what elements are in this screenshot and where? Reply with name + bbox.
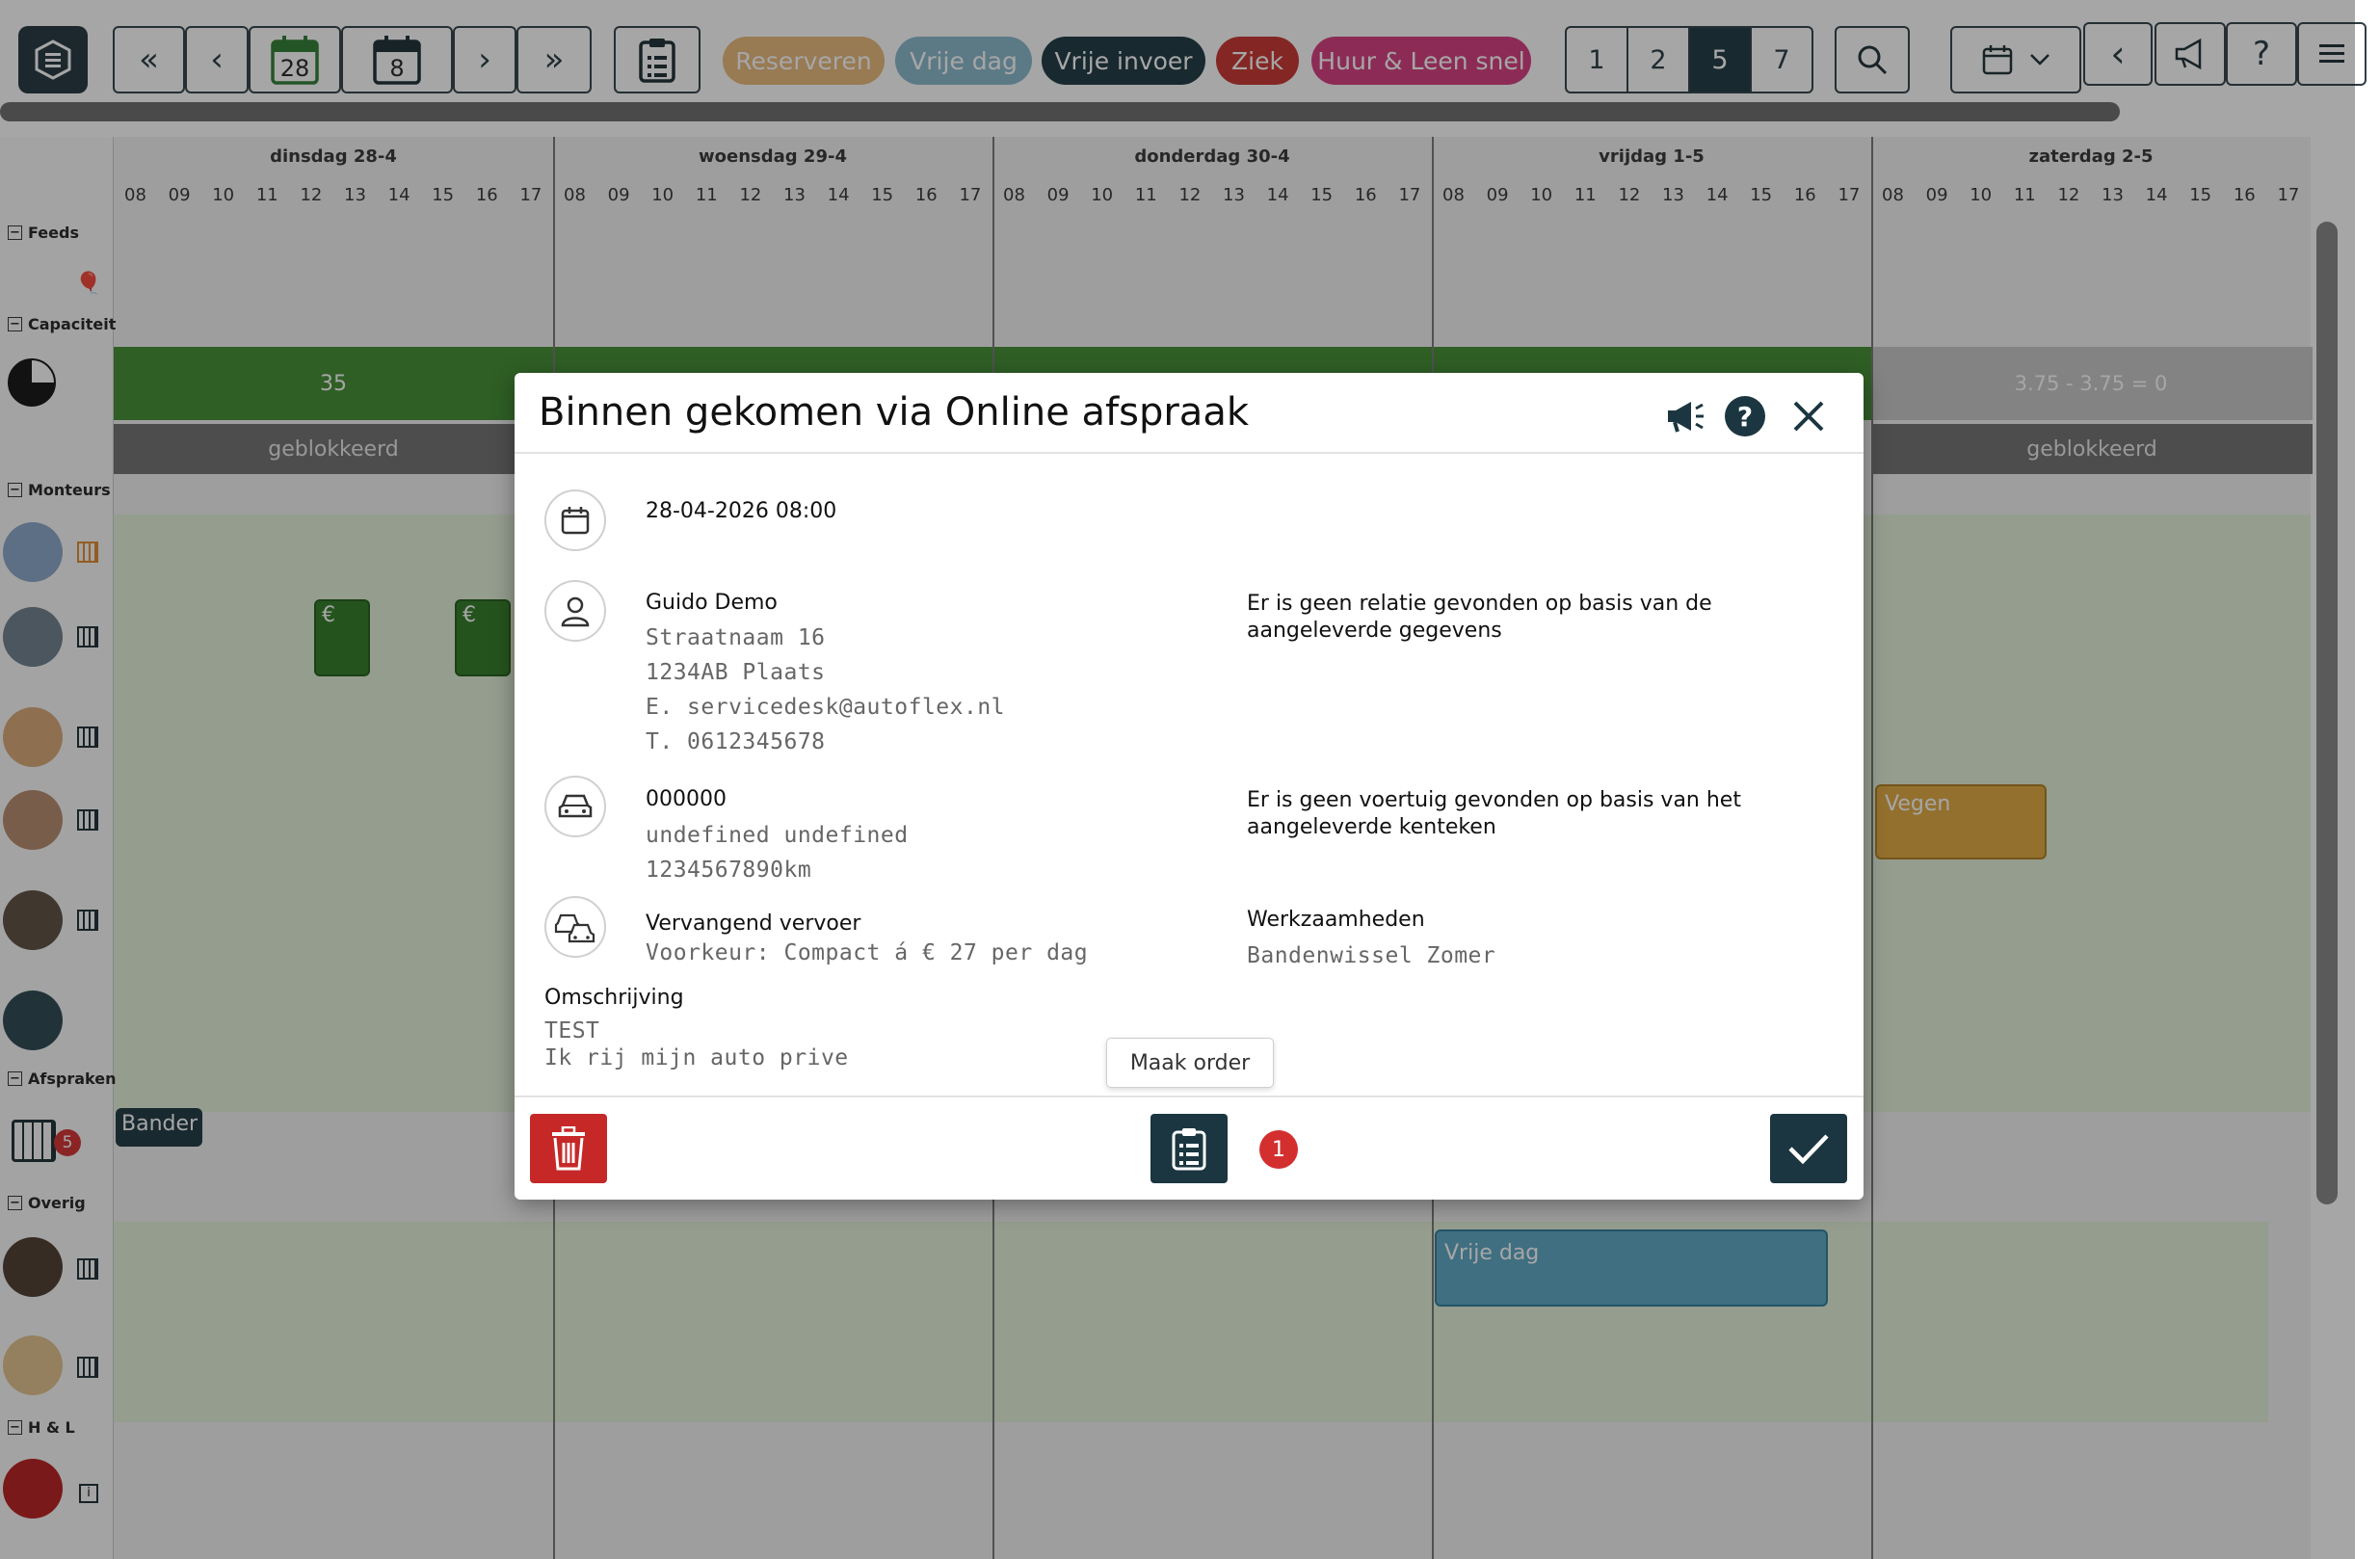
calendar-icon	[561, 507, 590, 535]
customer-street: Straatnaam 16	[646, 625, 826, 650]
trash-icon	[552, 1126, 585, 1171]
no-relation-message: Er is geen relatie gevonden op basis van…	[1247, 592, 1712, 643]
replacement-label: Vervangend vervoer	[646, 912, 861, 936]
header-divider	[515, 452, 1864, 454]
megaphone-icon[interactable]	[1664, 397, 1706, 436]
clipboard-icon	[1172, 1128, 1206, 1171]
delete-button[interactable]	[530, 1114, 607, 1183]
make-order-tooltip: Maak order	[1106, 1038, 1274, 1088]
vehicle-circle	[544, 776, 606, 837]
replacement-preference: Voorkeur: Compact á € 27 per dag	[646, 940, 1089, 965]
description-line-2: Ik rij mijn auto prive	[544, 1045, 849, 1070]
customer-phone: T. 0612345678	[646, 729, 826, 754]
vehicle-model: undefined undefined	[646, 823, 909, 848]
confirm-button[interactable]	[1770, 1114, 1847, 1183]
appointment-modal: Binnen gekomen via Online afspraak ? 28-…	[515, 373, 1864, 1200]
customer-postal: 1234AB Plaats	[646, 660, 826, 685]
make-order-button[interactable]	[1150, 1114, 1228, 1183]
footer-divider	[515, 1096, 1864, 1097]
description-label: Omschrijving	[544, 986, 684, 1010]
date-circle	[544, 489, 606, 551]
vehicle-plate: 000000	[646, 787, 727, 811]
cars-icon	[554, 913, 595, 943]
user-icon	[561, 596, 590, 627]
vertical-scrollbar[interactable]	[2316, 222, 2338, 1204]
vehicle-mileage: 1234567890km	[646, 858, 812, 883]
replacement-circle	[544, 896, 606, 958]
help-icon[interactable]: ?	[1725, 396, 1765, 436]
description-line-1: TEST	[544, 1018, 600, 1044]
no-vehicle-message: Er is geen voertuig gevonden op basis va…	[1247, 788, 1741, 839]
customer-name: Guido Demo	[646, 591, 778, 615]
close-icon[interactable]	[1791, 399, 1826, 434]
customer-circle	[544, 580, 606, 642]
appointment-datetime: 28-04-2026 08:00	[646, 499, 837, 523]
check-icon	[1788, 1134, 1829, 1165]
planning-app: { "toolbar": { "date_today_day": "28", "…	[0, 0, 2380, 1559]
order-count-badge: 1	[1259, 1130, 1298, 1169]
car-icon	[558, 794, 593, 818]
work-value: Bandenwissel Zomer	[1247, 943, 1496, 968]
customer-email: E. servicedesk@autoflex.nl	[646, 695, 1006, 720]
modal-title: Binnen gekomen via Online afspraak	[539, 390, 1249, 435]
work-label: Werkzaamheden	[1247, 908, 1425, 932]
